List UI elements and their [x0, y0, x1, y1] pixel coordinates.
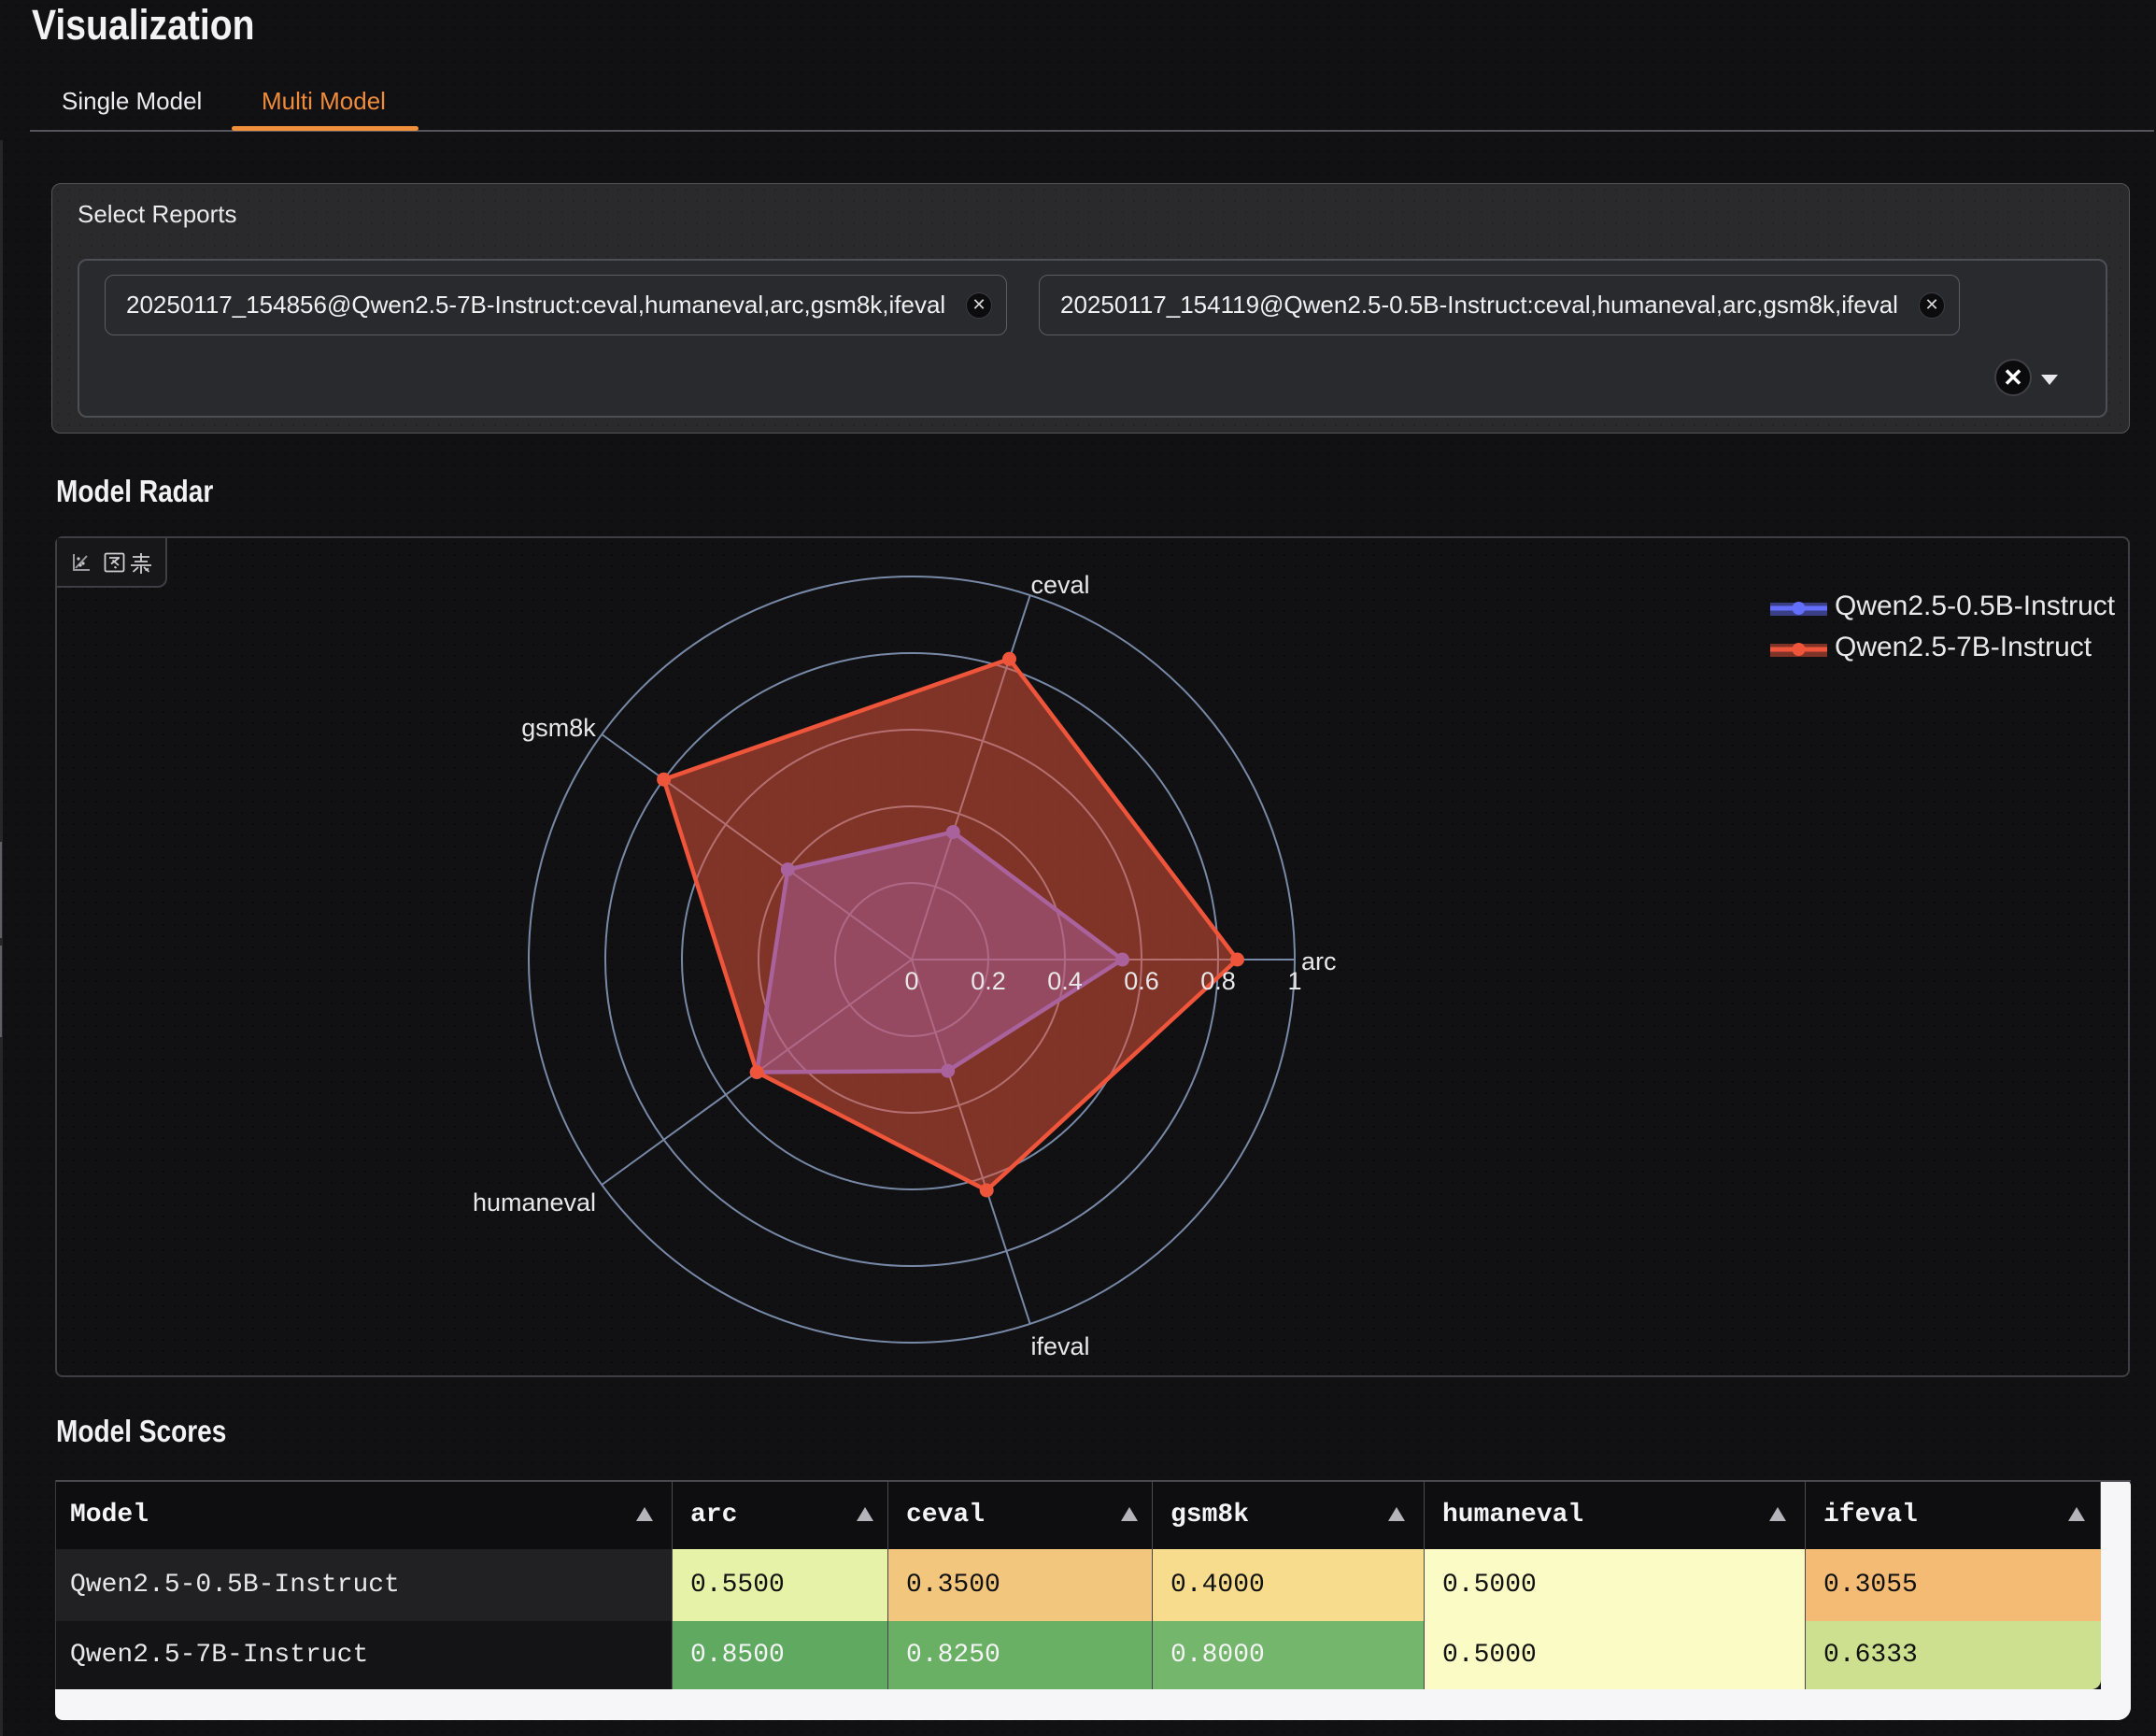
svg-text:Qwen2.5-0.5B-Instruct: Qwen2.5-0.5B-Instruct: [1835, 591, 2116, 621]
svg-text:ceval: ceval: [1030, 571, 1089, 599]
svg-text:gsm8k: gsm8k: [521, 714, 596, 742]
svg-text:0.2: 0.2: [971, 967, 1006, 995]
svg-text:humaneval: humaneval: [473, 1188, 596, 1217]
svg-text:0.4: 0.4: [1047, 967, 1083, 995]
svg-text:ifeval: ifeval: [1030, 1332, 1089, 1360]
svg-text:0: 0: [904, 967, 918, 995]
svg-text:arc: arc: [1301, 947, 1337, 975]
svg-text:1: 1: [1287, 967, 1301, 995]
svg-text:0.6: 0.6: [1124, 967, 1159, 995]
svg-text:Qwen2.5-7B-Instruct: Qwen2.5-7B-Instruct: [1835, 632, 2092, 662]
svg-text:0.8: 0.8: [1200, 967, 1236, 995]
